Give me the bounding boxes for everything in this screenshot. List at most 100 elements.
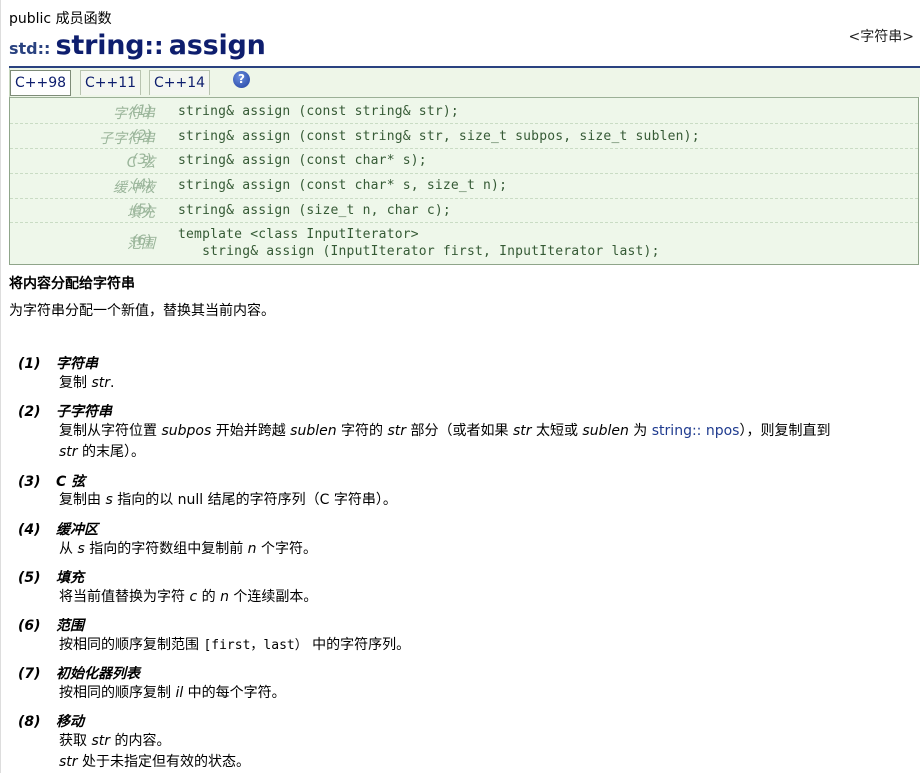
text: 复制从字符位置 xyxy=(59,423,162,439)
param-subpos: subpos xyxy=(161,423,212,439)
item-body: 将当前值替换为字符 c 的 n 个连续副本。 xyxy=(59,587,909,608)
param-str: str xyxy=(91,733,110,749)
item-number: (8) xyxy=(18,714,41,730)
item-title: 缓冲区 xyxy=(56,522,98,538)
item-number: (2) xyxy=(18,404,41,420)
item-heading: (5) 填充 xyxy=(18,567,84,587)
prototype-number: (1) xyxy=(132,103,152,119)
item-heading: (4) 缓冲区 xyxy=(18,519,98,539)
page-title: std:: string:: assign xyxy=(9,30,266,61)
prototype-row: 缓冲液 (4) string& assign (const char* s, s… xyxy=(10,173,918,198)
text: 指向的以 null 结尾的字符序列（C 字符串）。 xyxy=(112,492,397,508)
item-body: 复制从字符位置 subpos 开始并跨越 sublen 字符的 str 部分（或… xyxy=(59,421,909,463)
param-n: n xyxy=(247,541,257,557)
item-body: 按相同的顺序复制 il 中的每个字符。 xyxy=(59,683,909,704)
range-code: [first，last） xyxy=(203,638,308,653)
text: ），则复制直到 xyxy=(739,423,831,439)
text: 的末尾）。 xyxy=(77,444,145,460)
item-body: 获取 str 的内容。 str 处于未指定但有效的状态。 xyxy=(59,731,909,773)
tab-cpp98[interactable]: C++98 xyxy=(10,70,72,96)
title-class-name: string xyxy=(55,30,145,61)
text: 太短或 xyxy=(531,423,583,439)
text: 为 xyxy=(628,423,652,439)
item-heading: (7) 初始化器列表 xyxy=(18,663,140,683)
item-number: (6) xyxy=(18,618,41,634)
tab-cpp11[interactable]: C++11 xyxy=(80,70,142,95)
item-body: 从 s 指向的字符数组中复制前 n 个字符。 xyxy=(59,539,909,560)
item-title: 子字符串 xyxy=(56,404,112,420)
text: 按相同的顺序复制范围 xyxy=(59,637,204,653)
prototype-code: string& assign (const char* s); xyxy=(178,153,427,168)
prototype-code: string& assign (const char* s, size_t n)… xyxy=(178,178,508,193)
text: 获取 xyxy=(59,733,92,749)
item-title: 字符串 xyxy=(56,356,98,372)
item-heading: (2) 子字符串 xyxy=(18,401,112,421)
prototype-code: string& assign (const string& str); xyxy=(178,104,459,119)
prototype-code: string& assign (const string& str, size_… xyxy=(178,129,700,144)
text: 个字符。 xyxy=(256,541,317,557)
text: 的内容。 xyxy=(110,733,171,749)
text: 个连续副本。 xyxy=(228,589,318,605)
item-body: 复制由 s 指向的以 null 结尾的字符序列（C 字符串）。 xyxy=(59,490,909,511)
item-number: (4) xyxy=(18,522,41,538)
text: 从 xyxy=(59,541,78,557)
title-separator: :: xyxy=(144,32,164,60)
item-title: 初始化器列表 xyxy=(56,666,140,682)
header-string-link[interactable]: <字符串> xyxy=(849,26,914,46)
text: 将当前值替换为字符 xyxy=(59,589,190,605)
prototype-table: 字符串 (1) string& assign (const string& st… xyxy=(9,97,919,265)
text: 按相同的顺序复制 xyxy=(59,685,176,701)
item-number: (3) xyxy=(18,474,41,490)
text: 字符的 xyxy=(336,423,388,439)
prototype-row: C 弦 (3) string& assign (const char* s); xyxy=(10,148,918,173)
prototype-row: 字符串 (1) string& assign (const string& st… xyxy=(10,98,918,122)
prototype-code: string& assign (size_t n, char c); xyxy=(178,203,451,218)
text: 部分（或者如果 xyxy=(406,423,513,439)
npos-link[interactable]: string:: npos xyxy=(652,423,740,439)
prototype-number: (5) xyxy=(132,202,152,218)
item-heading: (3) C 弦 xyxy=(18,471,85,491)
title-namespace: std:: xyxy=(9,39,51,58)
text: 中的每个字符。 xyxy=(183,685,286,701)
item-title: 移动 xyxy=(56,714,84,730)
text: 指向的字符数组中复制前 xyxy=(84,541,248,557)
item-heading: (1) 字符串 xyxy=(18,353,98,373)
item-number: (7) xyxy=(18,666,41,682)
param-sublen: sublen xyxy=(290,423,337,439)
prototype-number: (3) xyxy=(132,152,152,168)
text: 处于未指定但有效的状态。 xyxy=(77,754,250,770)
item-body: 按相同的顺序复制范围 [first，last） 中的字符序列。 xyxy=(59,635,909,656)
param-str: str xyxy=(59,444,78,460)
page-left-border xyxy=(0,0,1,773)
item-heading: (8) 移动 xyxy=(18,711,84,731)
param-str: str xyxy=(59,754,78,770)
text: 中的字符序列。 xyxy=(307,637,411,653)
param-n: n xyxy=(220,589,229,605)
text: 开始并跨越 xyxy=(211,423,291,439)
item-body: 复制 str. xyxy=(59,373,909,394)
prototype-code: template <class InputIterator> string& a… xyxy=(178,227,660,259)
tab-cpp14[interactable]: C++14 xyxy=(149,70,211,95)
prototype-number: (4) xyxy=(132,177,152,193)
item-number: (1) xyxy=(18,356,41,372)
help-icon[interactable]: ? xyxy=(233,71,250,88)
text: 复制由 xyxy=(59,492,106,508)
item-title: 范围 xyxy=(56,618,84,634)
title-function-name: assign xyxy=(168,30,266,61)
prototype-row: 填充 (5) string& assign (size_t n, char c)… xyxy=(10,198,918,223)
prototype-row: 范围 (6) template <class InputIterator> st… xyxy=(10,222,918,264)
member-type-label: public 成员函数 xyxy=(9,11,112,27)
text: 复制 xyxy=(59,375,92,391)
prototype-number: (2) xyxy=(132,128,152,144)
param-str: str xyxy=(387,423,407,439)
param-s: s xyxy=(105,492,113,508)
param-c: c xyxy=(189,589,198,605)
text: . xyxy=(110,375,115,391)
param-str: str xyxy=(91,375,110,391)
item-title: 填充 xyxy=(56,570,84,586)
description-title: 将内容分配给字符串 xyxy=(9,276,135,292)
prototype-row: 子字符串 (2) string& assign (const string& s… xyxy=(10,123,918,148)
prototype-number: (6) xyxy=(132,233,152,249)
param-str: str xyxy=(512,423,532,439)
item-number: (5) xyxy=(18,570,41,586)
